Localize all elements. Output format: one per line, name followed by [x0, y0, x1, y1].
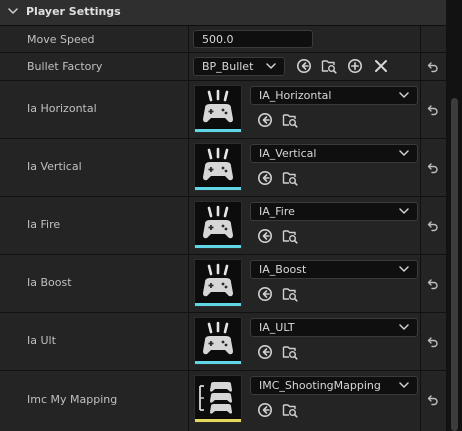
move-speed-input[interactable]: 500.0 [193, 30, 313, 48]
reset-to-default-icon[interactable] [427, 220, 439, 232]
property-label: Ia Fire [27, 218, 61, 231]
category-header-player-settings[interactable]: Player Settings [0, 0, 446, 26]
ia-fire-asset-picker[interactable]: IA_Fire [250, 202, 418, 221]
chevron-down-icon [266, 63, 276, 69]
use-selected-arrow-icon[interactable] [257, 112, 273, 128]
chevron-down-icon [399, 382, 409, 388]
chevron-down-icon [399, 324, 409, 330]
use-selected-arrow-icon[interactable] [257, 402, 273, 418]
imc-mapping-asset-picker[interactable]: IMC_ShootingMapping [250, 376, 418, 395]
add-circle-icon[interactable] [347, 58, 363, 74]
chevron-down-icon [399, 150, 409, 156]
property-row-ia-fire: Ia Fire IA_Fire [0, 197, 446, 255]
reset-to-default-icon[interactable] [427, 336, 439, 348]
chevron-down-icon [399, 208, 409, 214]
clear-x-icon[interactable] [373, 58, 389, 74]
details-panel: Player Settings Move Speed 500.0 Bullet … [0, 0, 446, 431]
browse-folder-icon[interactable] [282, 112, 298, 128]
asset-thumbnail[interactable] [194, 317, 242, 365]
property-row-bullet-factory: Bullet Factory BP_Bullet [0, 53, 446, 81]
browse-folder-icon[interactable] [282, 344, 298, 360]
property-label: Ia Ult [27, 334, 56, 347]
reset-to-default-icon[interactable] [427, 162, 439, 174]
ia-horizontal-asset-picker[interactable]: IA_Horizontal [250, 86, 418, 105]
reset-to-default-icon[interactable] [427, 104, 439, 116]
asset-picker-value: IMC_ShootingMapping [259, 379, 381, 392]
browse-folder-icon[interactable] [282, 286, 298, 302]
asset-thumbnail[interactable] [194, 143, 242, 191]
property-label: Ia Vertical [27, 160, 82, 173]
asset-picker-value: IA_Boost [259, 263, 307, 276]
asset-picker-value: IA_Vertical [259, 147, 317, 160]
class-picker-value: BP_Bullet [202, 60, 254, 73]
gamepad-input-action-icon [195, 260, 241, 304]
use-selected-arrow-icon[interactable] [296, 58, 312, 74]
chevron-down-icon[interactable] [8, 7, 18, 15]
asset-picker-value: IA_Fire [259, 205, 295, 218]
chevron-down-icon [399, 266, 409, 272]
scrollbar-thumb[interactable] [451, 98, 458, 431]
category-title: Player Settings [26, 5, 121, 18]
bullet-factory-class-picker[interactable]: BP_Bullet [193, 57, 285, 76]
ia-ult-asset-picker[interactable]: IA_ULT [250, 318, 418, 337]
property-row-ia-vertical: Ia Vertical IA_Vertical [0, 139, 446, 197]
asset-picker-value: IA_Horizontal [259, 89, 332, 102]
ia-boost-asset-picker[interactable]: IA_Boost [250, 260, 418, 279]
use-selected-arrow-icon[interactable] [257, 228, 273, 244]
property-label: Imc My Mapping [27, 393, 118, 406]
asset-thumbnail[interactable] [194, 85, 242, 133]
asset-thumbnail[interactable] [194, 259, 242, 307]
mapping-context-icon [195, 376, 241, 420]
use-selected-arrow-icon[interactable] [257, 344, 273, 360]
property-row-ia-horizontal: Ia Horizontal IA_Horizontal [0, 81, 446, 139]
chevron-down-icon [399, 92, 409, 98]
use-selected-arrow-icon[interactable] [257, 170, 273, 186]
asset-thumbnail[interactable] [194, 201, 242, 249]
reset-to-default-icon[interactable] [427, 278, 439, 290]
property-row-ia-boost: Ia Boost IA_Boost [0, 255, 446, 313]
browse-folder-icon[interactable] [282, 402, 298, 418]
reset-to-default-icon[interactable] [427, 394, 439, 406]
gamepad-input-action-icon [195, 318, 241, 362]
property-label: Bullet Factory [27, 60, 103, 73]
gamepad-input-action-icon [195, 202, 241, 246]
reset-to-default-icon[interactable] [427, 61, 439, 73]
property-row-move-speed: Move Speed 500.0 [0, 26, 446, 53]
gamepad-input-action-icon [195, 144, 241, 188]
property-label: Ia Horizontal [27, 102, 97, 115]
gamepad-input-action-icon [195, 86, 241, 130]
browse-folder-icon[interactable] [282, 170, 298, 186]
asset-picker-value: IA_ULT [259, 321, 295, 334]
use-selected-arrow-icon[interactable] [257, 286, 273, 302]
property-label: Move Speed [27, 33, 95, 46]
ia-vertical-asset-picker[interactable]: IA_Vertical [250, 144, 418, 163]
asset-thumbnail[interactable] [194, 375, 242, 423]
property-label: Ia Boost [27, 276, 72, 289]
browse-folder-icon[interactable] [321, 58, 337, 74]
property-row-ia-ult: Ia Ult IA_ULT [0, 313, 446, 371]
browse-folder-icon[interactable] [282, 228, 298, 244]
property-row-imc-my-mapping: Imc My Mapping IMC_ShootingMapping [0, 371, 446, 431]
